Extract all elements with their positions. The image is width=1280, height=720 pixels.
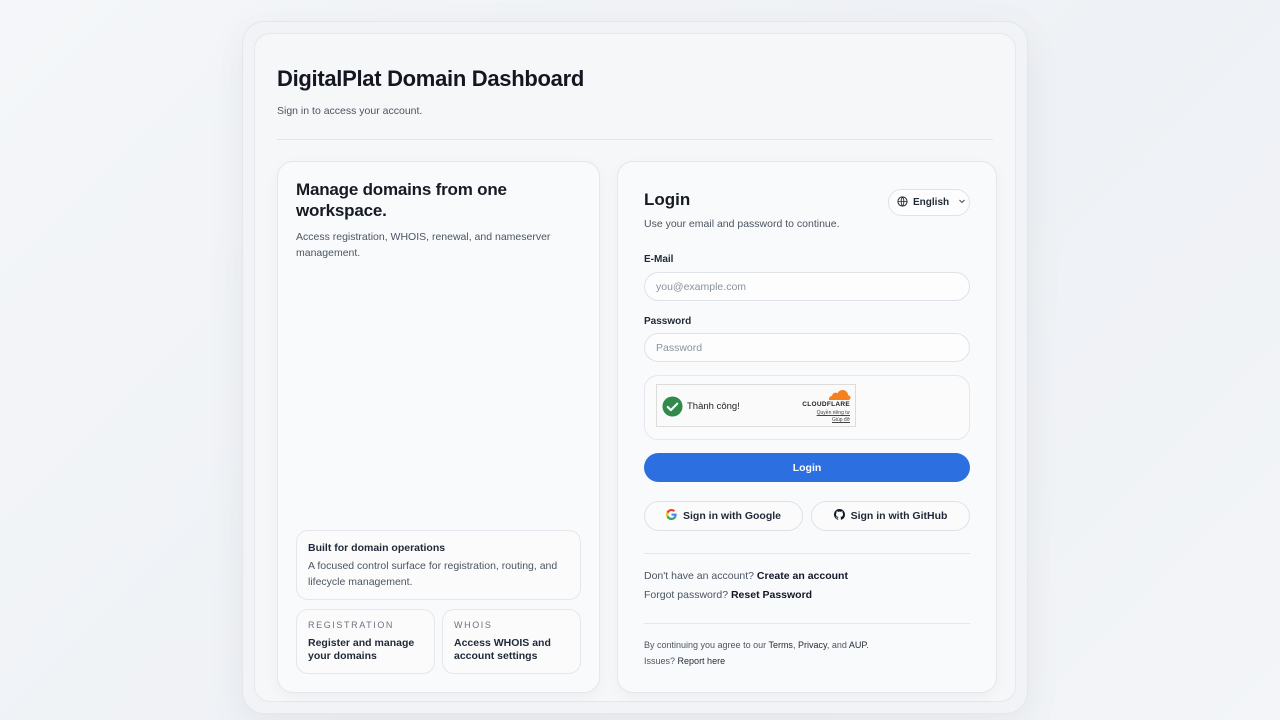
legal-and: , and	[826, 640, 847, 650]
forgot-prompt: Forgot password?	[644, 589, 729, 601]
terms-link[interactable]: Terms	[768, 640, 793, 650]
captcha-privacy-link[interactable]: Quyền riêng tư	[817, 410, 850, 416]
legal-period: .	[866, 640, 869, 650]
issues-prefix: Issues?	[644, 656, 676, 666]
signup-prompt: Don't have an account?	[644, 570, 754, 582]
turnstile-widget[interactable]: Thành công! CLOUDFLARE Quyền riêng tư Gi…	[656, 384, 856, 427]
header-divider	[277, 139, 993, 140]
feature-title: Built for domain operations	[308, 542, 446, 554]
login-button[interactable]: Login	[644, 453, 970, 482]
google-signin-button[interactable]: Sign in with Google	[644, 501, 803, 531]
language-selector[interactable]: English	[888, 189, 970, 216]
workspace-heading: Manage domains from one workspace.	[296, 180, 507, 220]
links-divider	[644, 553, 970, 554]
chevron-down-icon	[958, 197, 966, 208]
create-account-link[interactable]: Create an account	[757, 570, 848, 582]
page-title: DigitalPlat Domain Dashboard	[277, 66, 584, 91]
legal-line: By continuing you agree to our Terms, Pr…	[644, 640, 869, 650]
reset-password-link[interactable]: Reset Password	[731, 589, 812, 601]
forgot-line: Forgot password? Reset Password	[644, 589, 812, 601]
cloudflare-brand: CLOUDFLARE	[802, 401, 850, 408]
legal-divider	[644, 623, 970, 624]
github-signin-label: Sign in with GitHub	[850, 510, 948, 522]
feature-box: Built for domain operations A focused co…	[296, 530, 581, 600]
whois-card-label: WHOIS	[454, 620, 493, 630]
globe-icon	[897, 195, 908, 210]
signup-line: Don't have an account? Create an account	[644, 570, 848, 582]
captcha-help-link[interactable]: Giúp đỡ	[832, 417, 850, 423]
registration-card: REGISTRATION Register and manage your do…	[296, 609, 435, 674]
login-title: Login	[644, 190, 691, 209]
whois-card: WHOIS Access WHOIS and account settings	[442, 609, 581, 674]
registration-card-text: Register and manage your domains	[308, 637, 415, 662]
issues-line: Issues? Report here	[644, 656, 725, 666]
password-label: Password	[644, 316, 692, 327]
aup-link[interactable]: AUP	[849, 640, 866, 650]
captcha-status: Thành công!	[687, 401, 740, 412]
workspace-description: Access registration, WHOIS, renewal, and…	[296, 231, 551, 259]
github-signin-button[interactable]: Sign in with GitHub	[811, 501, 970, 531]
login-card-outer: DigitalPlat Domain Dashboard Sign in to …	[242, 21, 1028, 714]
login-subtitle: Use your email and password to continue.	[644, 218, 840, 230]
google-signin-label: Sign in with Google	[683, 510, 781, 522]
legal-comma: ,	[792, 640, 796, 650]
report-link[interactable]: Report here	[678, 656, 726, 666]
registration-card-label: REGISTRATION	[308, 620, 395, 630]
google-g-icon	[666, 509, 677, 523]
login-card-inner: DigitalPlat Domain Dashboard Sign in to …	[254, 33, 1016, 702]
email-label: E-Mail	[644, 254, 674, 265]
workspace-info-panel: Manage domains from one workspace. Acces…	[277, 161, 600, 693]
email-field[interactable]	[644, 272, 970, 301]
page-subtitle: Sign in to access your account.	[277, 105, 423, 117]
password-field[interactable]	[644, 333, 970, 362]
check-circle-icon	[662, 396, 683, 422]
feature-description: A focused control surface for registrati…	[308, 560, 558, 588]
captcha-container: Thành công! CLOUDFLARE Quyền riêng tư Gi…	[644, 375, 970, 440]
language-label: English	[913, 197, 950, 208]
github-icon	[833, 509, 845, 523]
page-header: DigitalPlat Domain Dashboard Sign in to …	[277, 66, 993, 117]
login-panel: Login Use your email and password to con…	[617, 161, 997, 693]
legal-prefix: By continuing you agree to our	[644, 640, 767, 650]
whois-card-text: Access WHOIS and account settings	[454, 637, 551, 662]
privacy-link[interactable]: Privacy	[798, 640, 827, 650]
